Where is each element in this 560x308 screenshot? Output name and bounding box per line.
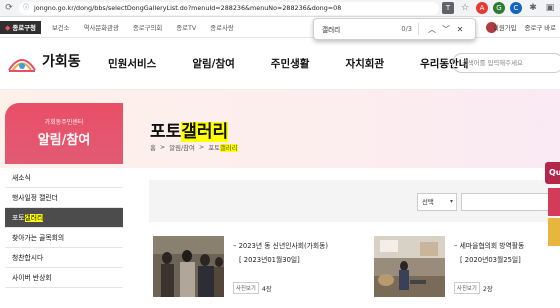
- gallery-card[interactable]: – 세마을협의회 방역활동 [ 2020년03월25일] 사진보기 2장: [374, 236, 549, 308]
- jongno-home-link[interactable]: ◆ 종로구청: [0, 21, 41, 34]
- home-icon: ◆: [5, 23, 11, 32]
- nav-autonomous-hall[interactable]: 자치회관: [345, 56, 384, 71]
- breadcrumb: 홈 > 알림/참여 > 포토갤러리: [150, 143, 238, 152]
- gallery-card-date: [ 2020년03월25일]: [460, 256, 521, 264]
- quick-menu-tab[interactable]: Qu: [545, 162, 560, 184]
- find-match-count: 0/3: [401, 25, 412, 33]
- extension-icon-3[interactable]: C: [510, 2, 522, 14]
- quick-menu-item[interactable]: [548, 218, 560, 246]
- link-council[interactable]: 종로구의회: [126, 21, 169, 34]
- gallery-card-count: 사진보기 4장: [233, 282, 272, 294]
- find-in-page-bar: 갤러리 0/3 ︿ ﹀ ✕: [313, 18, 476, 40]
- link-jongno-tv[interactable]: 종로TV: [169, 21, 203, 34]
- family-site-links: ◆ 종로구청 보건소 역사문화관광 종로구의회 종로TV 종로사랑: [0, 21, 241, 34]
- utility-bar: ◆ 종로구청 보건소 역사문화관광 종로구의회 종로TV 종로사랑 회원가입 종…: [0, 18, 560, 38]
- quick-menu-item[interactable]: [548, 188, 560, 216]
- sidebar-item-cyber-meeting[interactable]: 사이버 반상회: [5, 268, 123, 288]
- gallery-card-date: [ 2023년01월30일]: [239, 256, 300, 264]
- chevron-up-icon[interactable]: ︿: [425, 24, 439, 35]
- gallery-thumbnail[interactable]: [374, 236, 445, 297]
- search-input[interactable]: 검색어를 입력해주세요: [452, 53, 560, 73]
- translate-icon[interactable]: T: [442, 2, 454, 14]
- find-input[interactable]: 갤러리: [322, 24, 382, 34]
- link-jongno-love[interactable]: 종로사랑: [203, 21, 241, 34]
- page-root: ⟳ ⓘ jongno.go.kr/dong/bbs/selectDongGall…: [0, 0, 560, 308]
- sidebar-title-box: 가회동주민센터 알림/참여: [5, 103, 123, 164]
- sidebar-subtitle: 가회동주민센터: [44, 119, 84, 126]
- site-logo[interactable]: 가회동: [6, 48, 81, 74]
- gallery-thumbnail[interactable]: [153, 236, 224, 297]
- gallery-card-count: 사진보기 2장: [454, 282, 493, 294]
- signup-link[interactable]: 회원가입: [493, 23, 517, 32]
- link-history-tour[interactable]: 역사문화관광: [77, 21, 126, 34]
- nav-civil-service[interactable]: 민원서비스: [108, 56, 156, 71]
- site-info-icon[interactable]: ⓘ: [23, 4, 31, 12]
- logo-emblem-icon: [6, 48, 38, 74]
- gallery-card[interactable]: – 2023년 동 신년인사회(가회동) [ 2023년01월30일] 사진보기…: [153, 236, 353, 308]
- url-text: jongno.go.kr/dong/bbs/selectDongGalleryL…: [34, 4, 342, 12]
- keyword-input[interactable]: [461, 193, 560, 211]
- sidebar-panel-icon[interactable]: ▣: [544, 2, 556, 14]
- reload-icon[interactable]: ⟳: [3, 2, 15, 14]
- sidebar-menu: 새소식 행사일정 캘린더 포토갤러리 찾아가는 골목회의 청찬합시다 사이버 반…: [5, 168, 123, 288]
- extension-icon-2[interactable]: G: [493, 2, 505, 14]
- breadcrumb-current[interactable]: 포토갤러리: [208, 143, 238, 152]
- sidebar-item-news[interactable]: 새소식: [5, 168, 123, 188]
- sidebar-title: 알림/참여: [37, 133, 91, 148]
- sidebar-item-alley-meeting[interactable]: 찾아가는 골목회의: [5, 228, 123, 248]
- site-header: 가회동 민원서비스 알림/참여 주민생활 자치회관 우리동안내 검색어를 입력해…: [0, 38, 560, 90]
- find-divider: [418, 23, 419, 35]
- account-links: 회원가입 종로구 바로: [493, 23, 556, 32]
- dong-name: 가회동: [42, 54, 81, 70]
- gallery-card-title[interactable]: – 2023년 동 신년인사회(가회동): [233, 240, 328, 250]
- nav-residents-life[interactable]: 주민생활: [271, 56, 310, 71]
- breadcrumb-separator: >: [198, 143, 205, 151]
- page-title: 포토갤러리: [150, 122, 229, 142]
- sidebar-item-photo-gallery[interactable]: 포토갤러리: [5, 208, 123, 228]
- address-bar[interactable]: ⓘ jongno.go.kr/dong/bbs/selectDongGaller…: [19, 1, 439, 15]
- breadcrumb-home[interactable]: 홈: [150, 143, 156, 152]
- photo-view-badge[interactable]: 사진보기: [233, 282, 259, 294]
- browser-toolbar: ⟳ ⓘ jongno.go.kr/dong/bbs/selectDongGall…: [0, 0, 560, 17]
- jongno-shortcut-link[interactable]: 종로구 바로: [525, 23, 556, 32]
- main-navigation: 민원서비스 알림/참여 주민생활 자치회관 우리동안내: [108, 56, 504, 71]
- sidebar-item-praise[interactable]: 청찬합시다: [5, 248, 123, 268]
- close-icon[interactable]: ✕: [453, 25, 467, 34]
- breadcrumb-notice[interactable]: 알림/참여: [169, 143, 195, 152]
- puzzle-icon[interactable]: ✱: [527, 2, 539, 14]
- star-icon[interactable]: ☆: [459, 2, 471, 14]
- nav-notice-participation[interactable]: 알림/참여: [192, 56, 234, 71]
- chevron-down-icon[interactable]: ﹀: [439, 24, 453, 35]
- link-health-center[interactable]: 보건소: [45, 21, 77, 34]
- chevron-down-icon: ▾: [449, 198, 453, 205]
- gallery-card-title[interactable]: – 세마을협의회 방역활동: [454, 240, 524, 250]
- extension-icon[interactable]: A: [476, 2, 488, 14]
- breadcrumb-separator: >: [159, 143, 166, 151]
- sidebar-item-event-calendar[interactable]: 행사일정 캘린더: [5, 188, 123, 208]
- photo-view-badge[interactable]: 사진보기: [454, 282, 480, 294]
- extension-icons: T ☆ A G C ✱ ▣: [442, 2, 556, 14]
- search-type-select[interactable]: 선택 ▾: [417, 193, 457, 211]
- search-filter-bar: 선택 ▾: [149, 180, 560, 222]
